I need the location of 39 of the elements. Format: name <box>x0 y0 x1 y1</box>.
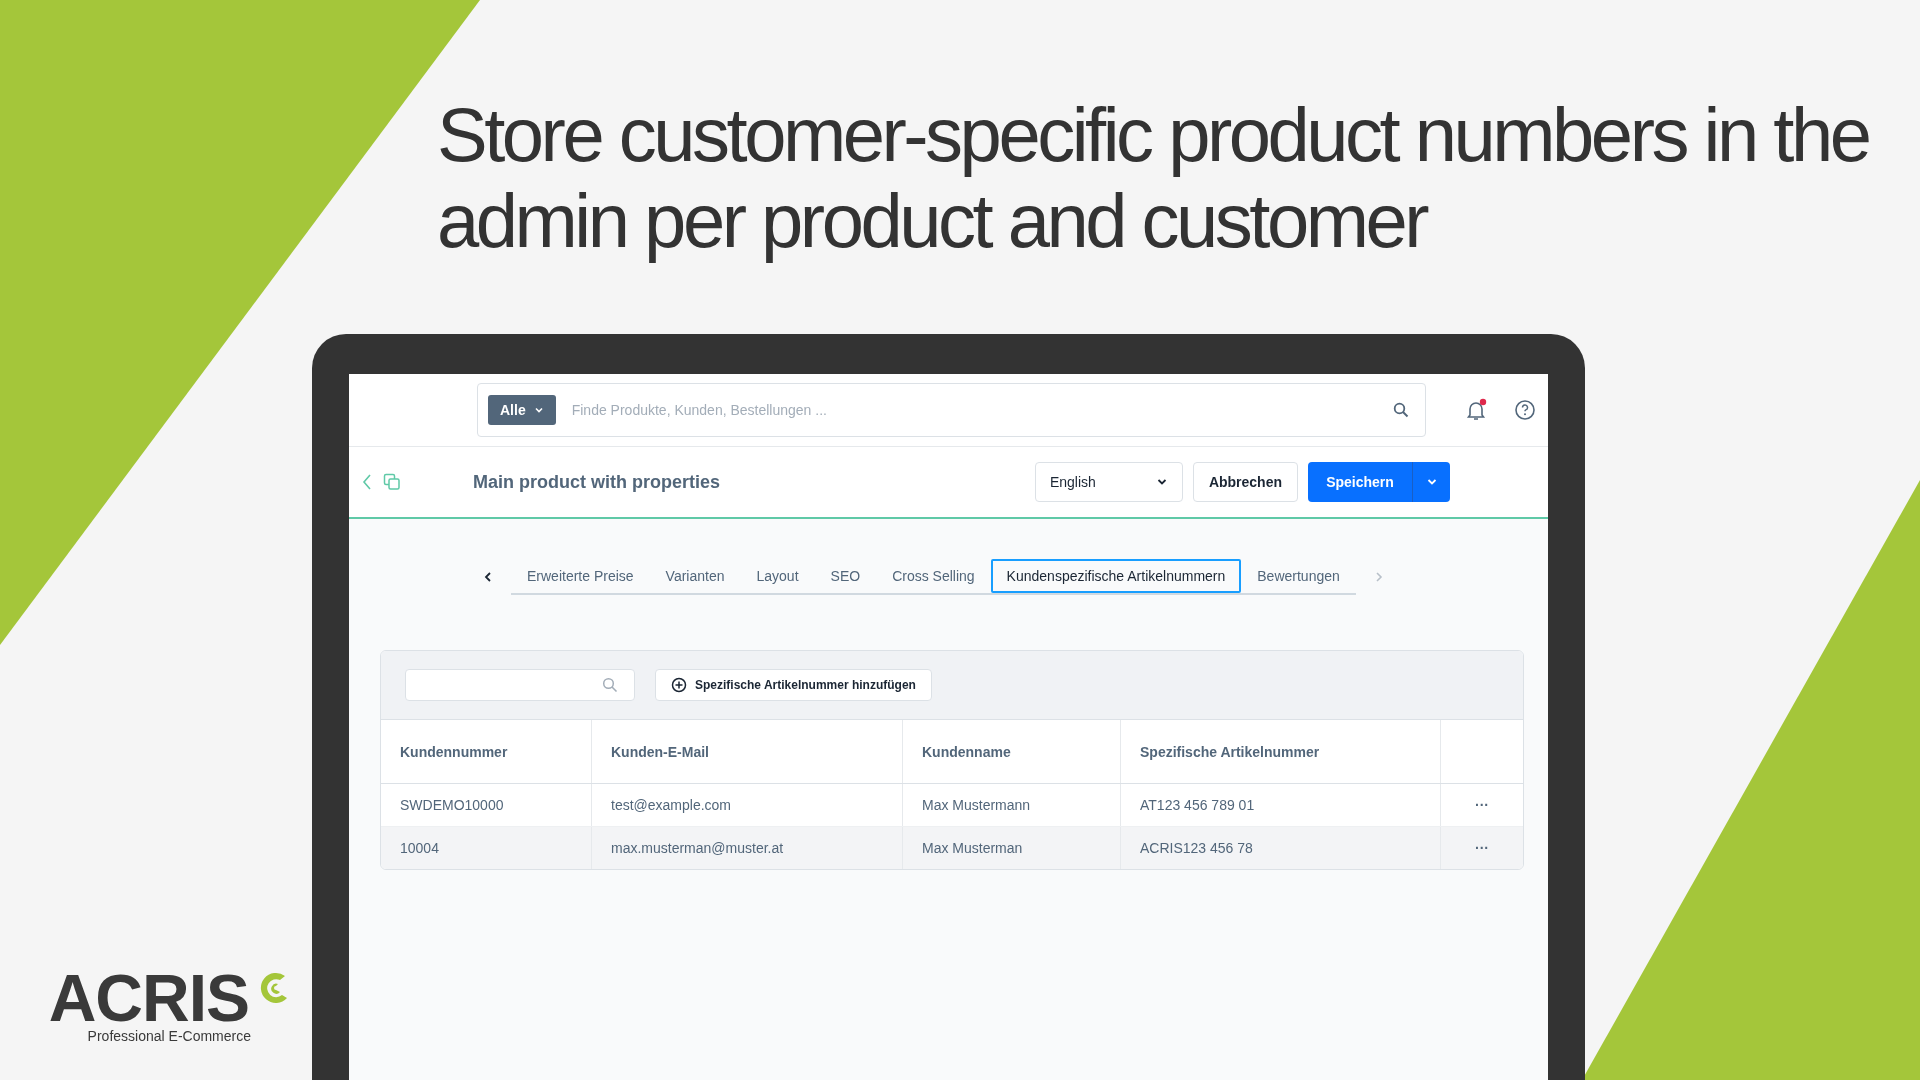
chevron-right-icon[interactable] <box>1373 571 1384 583</box>
tab[interactable]: SEO <box>814 559 877 593</box>
logo-tagline: Professional E-Commerce <box>87 1028 251 1044</box>
logo-wordmark: ACRIS <box>48 968 249 1028</box>
table-cell: Max Musterman <box>903 827 1121 869</box>
page-title: Main product with properties <box>473 471 721 493</box>
table-cell: max.musterman@muster.at <box>592 827 903 869</box>
plus-circle-icon <box>671 677 687 693</box>
tab[interactable]: Bewertungen <box>1241 559 1356 593</box>
back-icon[interactable] <box>361 473 373 491</box>
save-options-button[interactable] <box>1412 462 1450 502</box>
tab[interactable]: Cross Selling <box>876 559 991 593</box>
copy-icon[interactable] <box>383 473 401 491</box>
bell-icon[interactable] <box>1464 398 1488 422</box>
column-header[interactable]: Spezifische Artikelnummer <box>1121 720 1441 783</box>
search-field[interactable]: Alle Finde Produkte, Kunden, Bestellungen ... <box>477 383 1426 437</box>
table-cell: 10004 <box>381 827 592 869</box>
chevron-down-icon <box>533 405 544 415</box>
help-icon[interactable] <box>1514 399 1536 421</box>
search-icon[interactable] <box>1393 402 1409 418</box>
add-button[interactable]: Spezifische Artikelnummer hinzufügen <box>655 669 932 701</box>
tab[interactable]: Kundenspezifische Artikelnummern <box>990 559 1242 593</box>
column-header[interactable]: Kunden-E-Mail <box>592 720 903 783</box>
tab[interactable]: Varianten <box>649 559 741 593</box>
scope-dropdown[interactable]: Alle <box>488 395 556 425</box>
table-cell: ACRIS123 456 78 <box>1121 827 1441 869</box>
column-header[interactable]: Kundennummer <box>381 720 592 783</box>
row-actions-button[interactable]: ··· <box>1471 795 1493 815</box>
search-field[interactable] <box>405 669 635 701</box>
language-select[interactable]: English <box>1034 462 1183 502</box>
search-icon <box>602 677 618 693</box>
tab[interactable]: Layout <box>740 559 815 593</box>
headline: Store customer-specific product numbers in the admin per product and customer <box>436 91 1870 264</box>
row-actions-button[interactable]: ··· <box>1471 838 1493 858</box>
column-header[interactable]: Kundenname <box>903 720 1121 783</box>
chevron-left-icon[interactable] <box>483 571 493 583</box>
cancel-button[interactable]: Abbrechen <box>1192 462 1298 502</box>
tab[interactable]: Erweiterte Preise <box>511 559 650 593</box>
save-button[interactable]: Speichern <box>1308 462 1412 502</box>
